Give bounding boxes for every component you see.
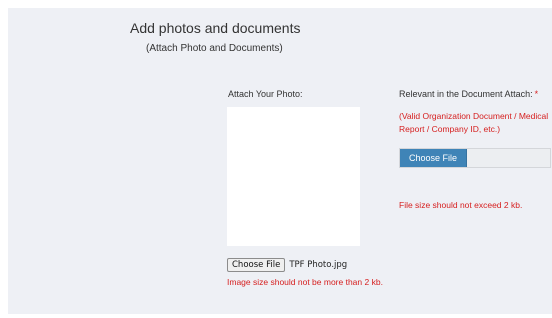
- document-size-error: File size should not exceed 2 kb.: [399, 200, 523, 210]
- document-file-input[interactable]: Choose File: [399, 148, 551, 168]
- photo-field-label: Attach Your Photo:: [228, 89, 303, 99]
- photo-choose-file-button[interactable]: Choose File: [227, 258, 286, 272]
- photo-file-name: TPF Photo.jpg: [289, 260, 348, 270]
- page-title: Add photos and documents: [130, 20, 301, 36]
- page-subtitle: (Attach Photo and Documents): [146, 43, 283, 54]
- required-marker: *: [534, 89, 539, 99]
- photo-preview: [227, 107, 360, 246]
- document-field-label: Relevant in the Document Attach: *: [399, 89, 538, 99]
- photo-file-input[interactable]: Choose File TPF Photo.jpg: [227, 258, 347, 272]
- document-hint: (Valid Organization Document / Medical R…: [399, 111, 549, 134]
- photo-size-error: Image size should not be more than 2 kb.: [227, 277, 383, 287]
- document-file-name-field[interactable]: [467, 149, 550, 167]
- document-choose-file-button[interactable]: Choose File: [400, 149, 467, 167]
- document-field-label-text: Relevant in the Document Attach:: [399, 89, 533, 99]
